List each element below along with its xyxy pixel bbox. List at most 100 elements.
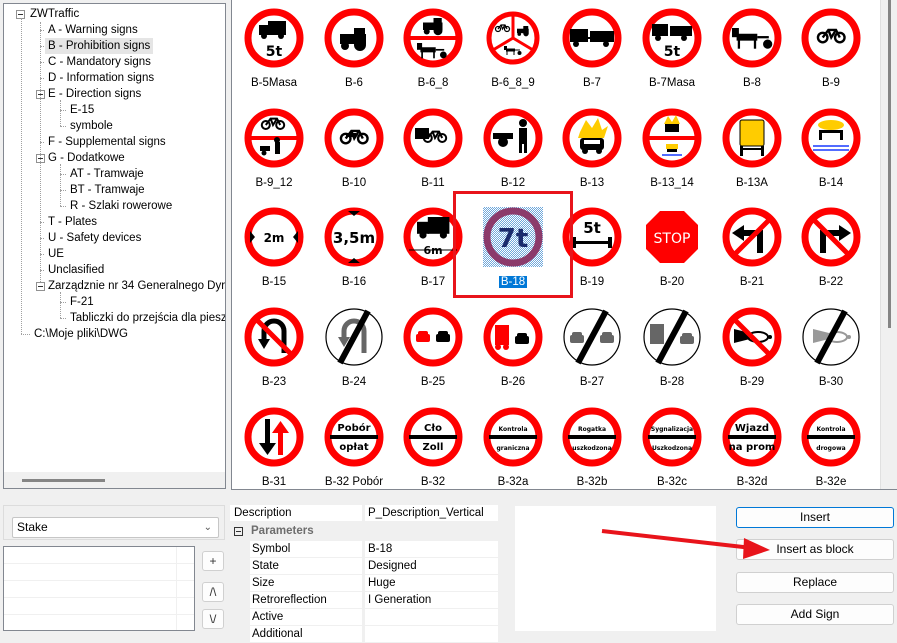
sign-tile[interactable]: B-13A — [712, 100, 792, 200]
sign-tile[interactable]: B-6_8 — [393, 0, 473, 100]
tree-node[interactable]: Zarządznie nr 34 Generalnego Dyrekt — [45, 278, 225, 294]
sign-tile[interactable]: B-6 — [314, 0, 394, 100]
sign-tile[interactable]: B-30 — [791, 299, 871, 399]
add-sign-button[interactable]: Add Sign — [736, 604, 894, 625]
grid-vertical-scrollbar[interactable] — [880, 0, 897, 489]
list-row[interactable] — [4, 564, 194, 581]
tree-node[interactable]: G - Dodatkowe — [45, 150, 128, 166]
tree-node[interactable]: C:\Moje pliki\DWG — [31, 326, 131, 342]
tree-node[interactable]: F-21 — [67, 294, 97, 310]
tree-node[interactable]: E-15 — [67, 102, 97, 118]
add-item-button[interactable]: + — [202, 551, 224, 571]
sign-tile[interactable]: B-11 — [393, 100, 473, 200]
sign-tile[interactable]: 3,5m B-16 — [314, 199, 394, 299]
sign-tile[interactable]: B-26 — [473, 299, 553, 399]
sign-tile[interactable]: Sygnalizacja Uszkodzona B-32c — [632, 399, 712, 489]
sign-tile[interactable]: B-13_14 — [632, 100, 712, 200]
sign-label: B-10 — [314, 176, 394, 190]
tree-node[interactable]: symbole — [67, 118, 116, 134]
sign-tile[interactable]: B-21 — [712, 199, 792, 299]
sign-tile[interactable]: B-25 — [393, 299, 473, 399]
insert-as-block-button[interactable]: Insert as block — [736, 539, 894, 560]
property-grid[interactable]: Description P_Description_Vertical Param… — [230, 505, 498, 642]
replace-button[interactable]: Replace — [736, 572, 894, 593]
sign-tile[interactable]: B-6_8_9 — [473, 0, 553, 100]
sign-tile[interactable]: B-27 — [552, 299, 632, 399]
property-value[interactable] — [365, 609, 498, 625]
sign-tile[interactable]: B-24 — [314, 299, 394, 399]
collapse-icon[interactable] — [234, 527, 243, 536]
sign-tile[interactable]: 5t B-19 — [552, 199, 632, 299]
list-row[interactable] — [4, 581, 194, 598]
move-up-button[interactable]: /\ — [202, 582, 224, 602]
no-water-polluting-cargo-sign-icon — [801, 108, 861, 168]
tree-node[interactable]: Tabliczki do przejścia dla pieszyc — [67, 310, 225, 326]
tree-node[interactable]: Unclasified — [45, 262, 107, 278]
tree-scroll-thumb[interactable] — [22, 479, 105, 482]
property-row[interactable]: Symbol B-18 — [230, 541, 498, 558]
property-value[interactable]: Huge — [365, 575, 498, 591]
tree-node[interactable]: F - Supplemental signs — [45, 134, 169, 150]
property-category-parameters[interactable]: Parameters — [230, 523, 498, 540]
sign-tile[interactable]: B-10 — [314, 100, 394, 200]
tree-node[interactable]: UE — [45, 246, 67, 262]
property-value[interactable]: P_Description_Vertical — [365, 505, 498, 521]
property-value[interactable]: Designed — [365, 558, 498, 574]
sign-tile[interactable]: Cło Zoll B-32 — [393, 399, 473, 489]
sign-tile[interactable]: Rogatka uszkodzona B-32b — [552, 399, 632, 489]
insert-button[interactable]: Insert — [736, 507, 894, 528]
tree-horizontal-scrollbar[interactable] — [4, 472, 225, 488]
sign-tile[interactable]: B-8 — [712, 0, 792, 100]
property-row[interactable]: Additional — [230, 626, 498, 643]
sign-tile[interactable]: STOP B-20 — [632, 199, 712, 299]
property-row[interactable]: Retroreflection I Generation — [230, 592, 498, 609]
sign-tile[interactable]: 7t B-18 — [473, 199, 553, 299]
property-row[interactable]: Active — [230, 609, 498, 626]
sign-tile[interactable]: B-13 — [552, 100, 632, 200]
sign-tile[interactable]: B-29 — [712, 299, 792, 399]
sign-tile[interactable]: 5t B-7Masa — [632, 0, 712, 100]
sign-tile[interactable]: Kontrola drogowa B-32e — [791, 399, 871, 489]
tree-node[interactable]: B - Prohibition signs — [45, 38, 154, 54]
collapse-icon[interactable] — [36, 282, 45, 291]
category-tree[interactable]: ZWTraffic A - Warning signs B - Prohibitio… — [3, 3, 226, 489]
tree-node[interactable]: T - Plates — [45, 214, 100, 230]
property-row-description[interactable]: Description P_Description_Vertical — [230, 505, 498, 522]
sign-symbol-grid[interactable]: 5t B-5Masa B-6 B-6_8 B-6_8_9 B-7 5t B-7Masa B-8 B… — [231, 0, 897, 490]
sign-tile[interactable]: 2m B-15 — [234, 199, 314, 299]
tree-node[interactable]: C - Mandatory signs — [45, 54, 154, 70]
sign-tile[interactable]: B-14 — [791, 100, 871, 200]
sign-tile[interactable]: B-9 — [791, 0, 871, 100]
list-row[interactable] — [4, 547, 194, 564]
property-row[interactable]: State Designed — [230, 558, 498, 575]
tree-node[interactable]: ZWTraffic — [27, 6, 82, 22]
sign-tile[interactable]: B-22 — [791, 199, 871, 299]
sign-tile[interactable]: Kontrola graniczna B-32a — [473, 399, 553, 489]
sign-tile[interactable]: B-31 — [234, 399, 314, 489]
move-down-button[interactable]: \/ — [202, 609, 224, 629]
tree-node[interactable]: A - Warning signs — [45, 22, 141, 38]
tree-node[interactable]: R - Szlaki rowerowe — [67, 198, 175, 214]
property-value[interactable]: B-18 — [365, 541, 498, 557]
sign-tile[interactable]: Wjazd na prom B-32d — [712, 399, 792, 489]
list-row[interactable] — [4, 598, 194, 615]
tree-node[interactable]: D - Information signs — [45, 70, 157, 86]
tree-node[interactable]: U - Safety devices — [45, 230, 144, 246]
property-value[interactable] — [365, 626, 498, 642]
property-value[interactable]: I Generation — [365, 592, 498, 608]
sign-tile[interactable]: 6m B-17 — [393, 199, 473, 299]
sign-tile[interactable]: B-28 — [632, 299, 712, 399]
tree-node[interactable]: AT - Tramwaje — [67, 166, 147, 182]
property-row[interactable]: Size Huge — [230, 575, 498, 592]
tree-node[interactable]: BT - Tramwaje — [67, 182, 148, 198]
grid-scroll-thumb[interactable] — [888, 0, 891, 328]
sign-tile[interactable]: B-9_12 — [234, 100, 314, 200]
sign-tile[interactable]: 5t B-5Masa — [234, 0, 314, 100]
sign-tile[interactable]: B-12 — [473, 100, 553, 200]
list-row[interactable] — [4, 615, 194, 630]
sign-tile[interactable]: Pobór opłat B-32 Pobór — [314, 399, 394, 489]
type-combobox[interactable]: Stake ⌄ — [12, 517, 219, 538]
sign-tile[interactable]: B-23 — [234, 299, 314, 399]
sign-tile[interactable]: B-7 — [552, 0, 632, 100]
attachment-list[interactable] — [3, 546, 195, 631]
